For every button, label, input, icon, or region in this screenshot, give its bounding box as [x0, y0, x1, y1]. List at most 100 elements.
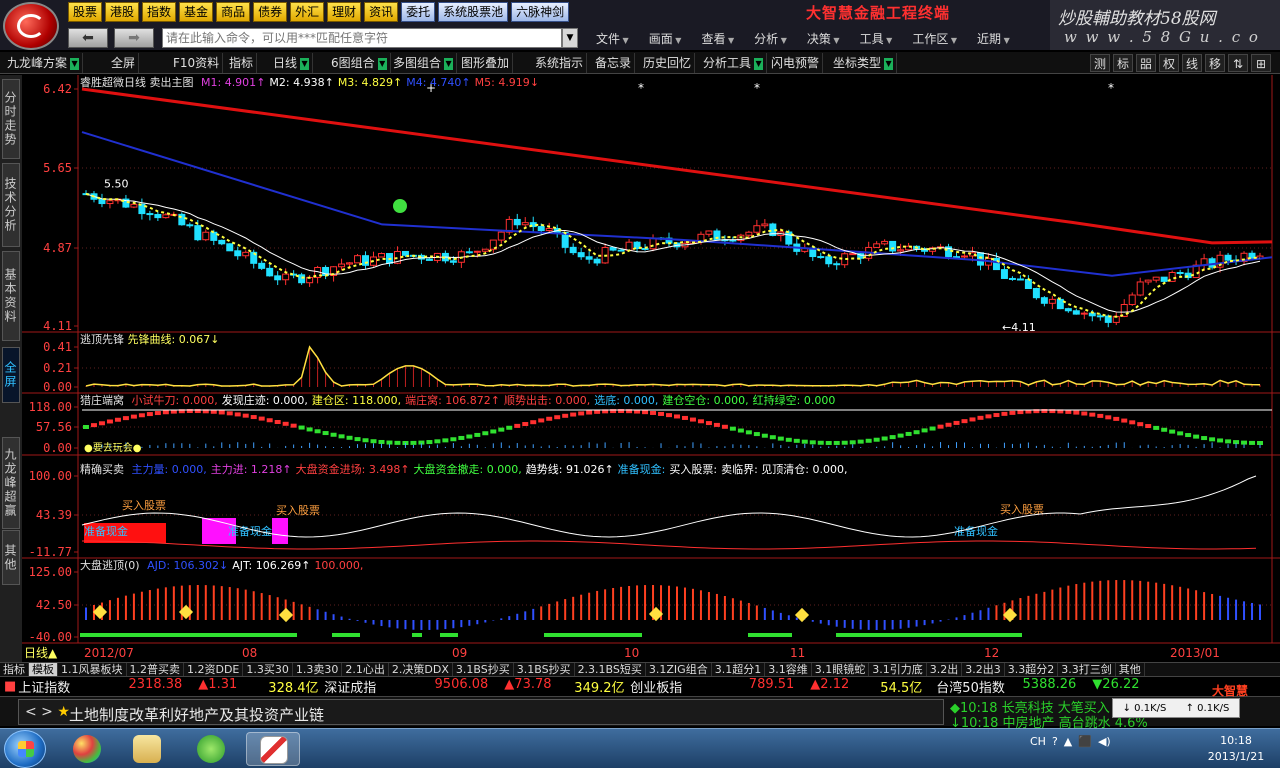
menu-btn-4[interactable]: 商品: [216, 2, 251, 22]
command-input[interactable]: [162, 28, 562, 48]
toolbar-btn-5[interactable]: 6图组合 ▼: [328, 53, 391, 73]
indicator-tab-2[interactable]: 1.1风暴板块: [58, 663, 127, 676]
tray-icon-4[interactable]: ◀): [1098, 735, 1111, 748]
toolbar-btn-6[interactable]: 多图组合 ▼: [390, 53, 458, 73]
taskbar-browser-icon[interactable]: [184, 732, 238, 766]
news-box[interactable]: < > ★ 土地制度改革利好地产及其投资产业链: [18, 699, 944, 725]
main-menu-0[interactable]: 文件: [596, 30, 629, 47]
indicator-tab-0[interactable]: 指标: [0, 663, 29, 676]
left-tab-0[interactable]: 分时走势: [2, 79, 20, 159]
toolbar-btn-0[interactable]: 九龙峰方案 ▼: [4, 53, 84, 73]
taskbar-explorer-icon[interactable]: [120, 732, 174, 766]
period-label[interactable]: 日线▲: [24, 646, 58, 660]
main-menu-6[interactable]: 工作区: [912, 30, 957, 47]
ticker-item-0[interactable]: 上证指数 2318.38 ▲1.31 328.4亿: [18, 677, 324, 696]
indicator-tab-7[interactable]: 2.1心出: [342, 663, 389, 676]
indicator-tab-17[interactable]: 3.2出: [927, 663, 963, 676]
toolbar-btn-7[interactable]: 图形叠加: [458, 53, 514, 73]
ticker-item-3[interactable]: 台湾50指数 5388.26 ▼26.22: [936, 677, 1168, 696]
indicator-tab-13[interactable]: 3.1超分1: [712, 663, 766, 676]
indicator-tab-9[interactable]: 3.1BS抄买: [453, 663, 514, 676]
forward-button[interactable]: ➡: [114, 28, 154, 48]
panel2-marker: [1177, 431, 1184, 436]
toolbar-side-btn-2[interactable]: 㗊: [1136, 54, 1156, 72]
panel2-marker: [1121, 418, 1128, 423]
menu-btn-0[interactable]: 股票: [68, 2, 103, 22]
start-button[interactable]: [4, 730, 46, 768]
toolbar-btn-1[interactable]: 全屏: [108, 53, 140, 73]
indicator-tab-10[interactable]: 3.1BS抄买: [514, 663, 575, 676]
left-tab-5[interactable]: 其他: [2, 530, 20, 585]
menu-btn-8[interactable]: 资讯: [364, 2, 399, 22]
main-menu-3[interactable]: 分析: [754, 30, 787, 47]
toolbar-side-btn-3[interactable]: 权: [1159, 54, 1179, 72]
ticker-item-2[interactable]: 创业板指 789.51 ▲2.12 54.5亿: [630, 677, 936, 696]
indicator-tab-6[interactable]: 1.3卖30: [293, 663, 343, 676]
chart-area[interactable]: 6.42 5.65 4.87 4.11 0.41 0.21 0.00 118.00 57.56 0…: [22, 75, 1280, 662]
menu-btn-7[interactable]: 理财: [327, 2, 362, 22]
toolbar-btn-3[interactable]: 指标: [226, 53, 258, 73]
indicator-tab-21[interactable]: 其他: [1116, 663, 1145, 676]
tray-icon-0[interactable]: CH: [1030, 735, 1046, 748]
stock-chart[interactable]: 6.42 5.65 4.87 4.11 0.41 0.21 0.00 118.00 57.56 0…: [22, 75, 1280, 662]
app-logo-icon[interactable]: [3, 2, 59, 50]
indicator-tab-3[interactable]: 1.2普买卖: [127, 663, 184, 676]
menu-btn-6[interactable]: 外汇: [290, 2, 325, 22]
toolbar-btn-2[interactable]: F10资料: [170, 53, 224, 73]
indicator-tab-19[interactable]: 3.3超分2: [1005, 663, 1059, 676]
left-tab-3[interactable]: 全屏: [2, 347, 20, 403]
toolbar-btn-8[interactable]: 系统指示: [532, 53, 588, 73]
system-tray[interactable]: CH? ▲ ⬛ ◀): [1030, 735, 1111, 748]
toolbar-side-btn-0[interactable]: 测: [1090, 54, 1110, 72]
back-button[interactable]: ⬅: [68, 28, 108, 48]
clock[interactable]: 10:18 2013/1/21: [1196, 733, 1276, 765]
tray-icon-3[interactable]: ⬛: [1078, 735, 1092, 748]
indicator-tab-11[interactable]: 2.3.1BS短买: [575, 663, 646, 676]
tray-icon-1[interactable]: ?: [1052, 735, 1058, 748]
main-menu-7[interactable]: 近期: [977, 30, 1010, 47]
menu-btn-2[interactable]: 指数: [142, 2, 177, 22]
toolbar-btn-12[interactable]: 闪电预警: [768, 53, 824, 73]
indicator-tab-20[interactable]: 3.3打三剑: [1058, 663, 1116, 676]
menu-btn-5[interactable]: 债券: [253, 2, 288, 22]
toolbar-side-btn-1[interactable]: 标: [1113, 54, 1133, 72]
toolbar-btn-10[interactable]: 历史回忆: [640, 53, 696, 73]
menu-blue-btn-0[interactable]: 委托: [401, 2, 436, 22]
indicator-tab-18[interactable]: 3.2出3: [962, 663, 1005, 676]
menu-blue-btn-2[interactable]: 六脉神剑: [511, 2, 570, 22]
indicator-tab-8[interactable]: 2.决策DDX: [389, 663, 453, 676]
menu-btn-3[interactable]: 基金: [179, 2, 214, 22]
toolbar-side-btn-4[interactable]: 线: [1182, 54, 1202, 72]
indicator-tab-15[interactable]: 3.1眼镜蛇: [812, 663, 870, 676]
indicator-tab-5[interactable]: 1.3买30: [243, 663, 293, 676]
news-headline[interactable]: 土地制度改革利好地产及其投资产业链: [69, 704, 324, 725]
main-menu-1[interactable]: 画面: [649, 30, 682, 47]
main-menu-2[interactable]: 查看: [701, 30, 734, 47]
menu-blue-btn-1[interactable]: 系统股票池: [438, 2, 509, 22]
toolbar-side-btn-6[interactable]: ⇅: [1228, 54, 1248, 72]
toolbar-btn-13[interactable]: 坐标类型 ▼: [830, 53, 898, 73]
left-tab-1[interactable]: 技术分析: [2, 163, 20, 247]
taskbar-trading-app-icon[interactable]: [246, 732, 300, 766]
indicator-tab-1[interactable]: 模板: [29, 663, 58, 676]
toolbar-btn-4[interactable]: 日线 ▼: [270, 53, 314, 73]
command-dropdown-icon[interactable]: ▼: [562, 28, 578, 48]
toolbar-btn-9[interactable]: 备忘录: [592, 53, 636, 73]
indicator-tab-14[interactable]: 3.1容维: [765, 663, 812, 676]
toolbar-side-btn-5[interactable]: 移: [1205, 54, 1225, 72]
indicator-tab-16[interactable]: 3.1引力底: [869, 663, 927, 676]
indicator-tab-4[interactable]: 1.2资DDE: [184, 663, 244, 676]
left-tab-4[interactable]: 九龙峰超赢: [2, 437, 20, 529]
left-tab-2[interactable]: 基本资料: [2, 251, 20, 341]
candle-body: [889, 240, 897, 252]
menu-btn-1[interactable]: 港股: [105, 2, 140, 22]
indicator-tab-12[interactable]: 3.1ZIG组合: [646, 663, 712, 676]
main-menu-5[interactable]: 工具: [860, 30, 893, 47]
main-menu-4[interactable]: 决策: [807, 30, 840, 47]
news-nav-icon[interactable]: < > ★: [25, 704, 70, 720]
taskbar-app-color-icon[interactable]: [60, 732, 114, 766]
ticker-item-1[interactable]: 深证成指 9506.08 ▲73.78 349.2亿: [324, 677, 630, 696]
tray-icon-2[interactable]: ▲: [1064, 735, 1072, 748]
toolbar-side-btn-7[interactable]: ⊞: [1251, 54, 1271, 72]
toolbar-btn-11[interactable]: 分析工具 ▼: [700, 53, 768, 73]
